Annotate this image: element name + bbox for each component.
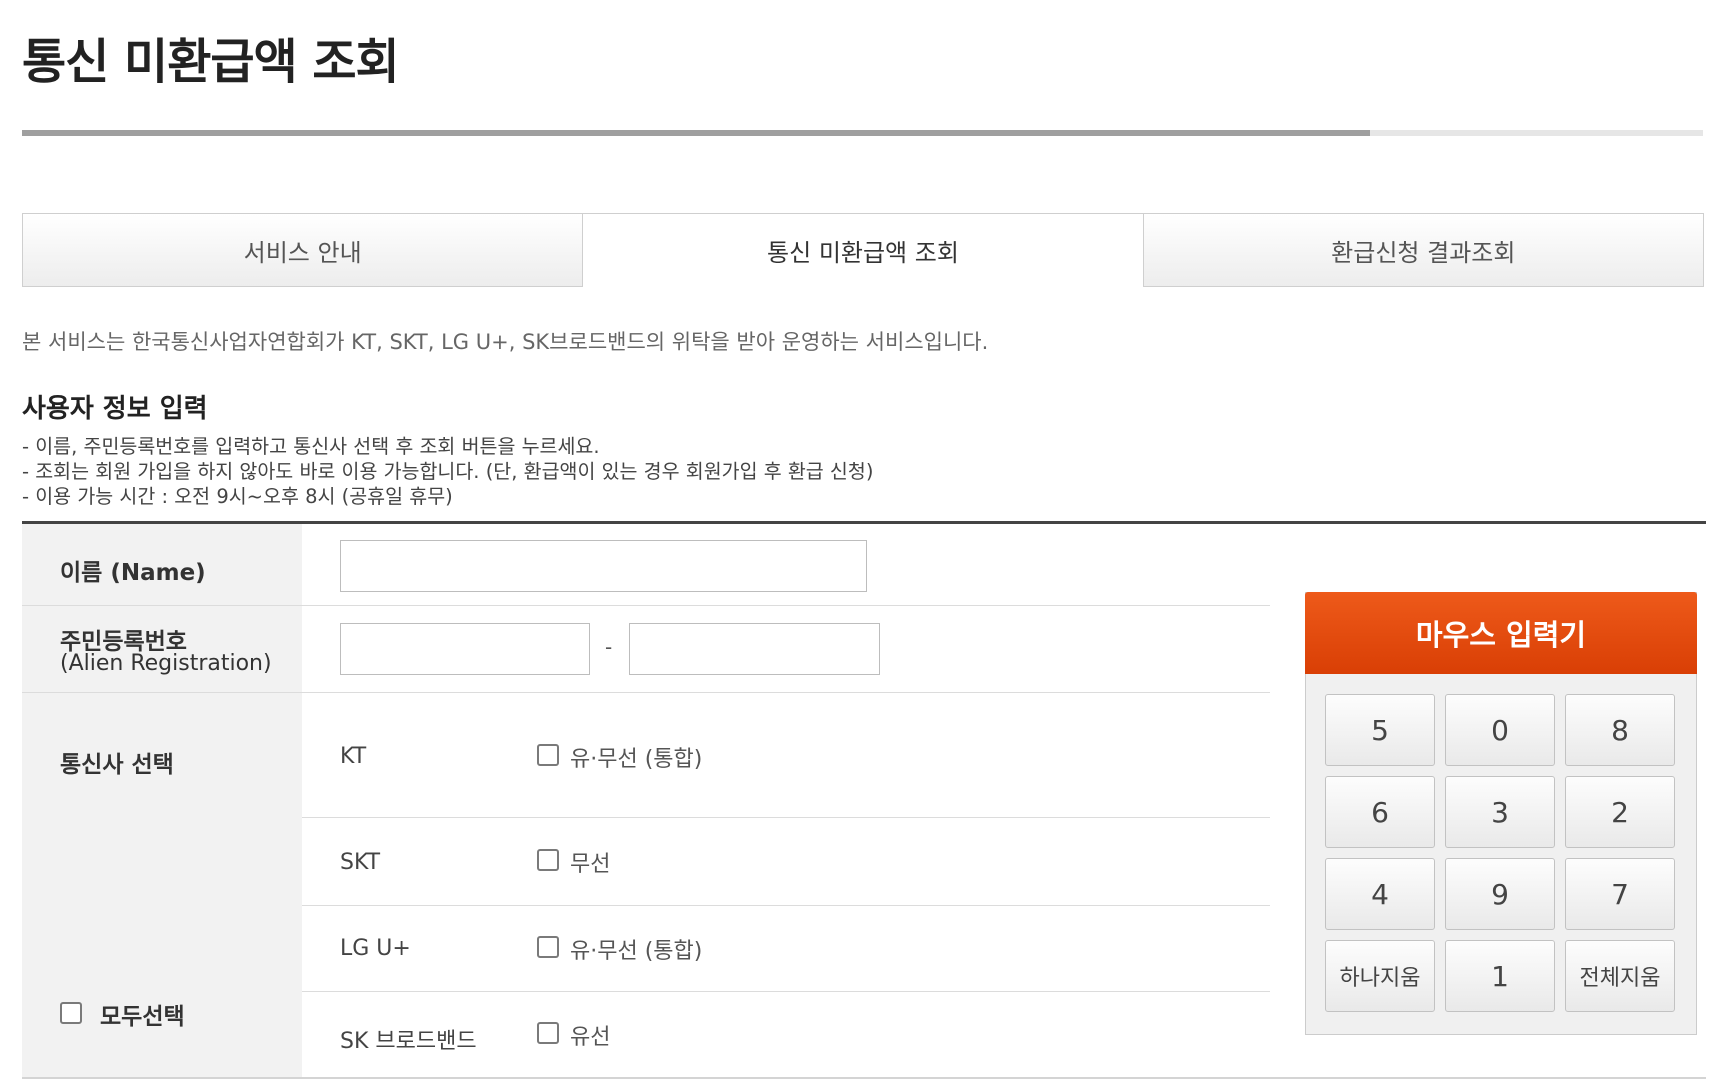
row-divider — [22, 605, 1270, 606]
keypad-key[interactable]: 2 — [1565, 776, 1675, 848]
keypad-key[interactable]: 1 — [1445, 940, 1555, 1012]
tab-bar: 서비스 안내 통신 미환급액 조회 환급신청 결과조회 — [22, 213, 1704, 287]
carrier-kt: KT — [340, 744, 367, 769]
label-column — [22, 524, 302, 1077]
row-divider — [22, 692, 1270, 693]
delete-all-button[interactable]: 전체지움 — [1565, 940, 1675, 1012]
section-title: 사용자 정보 입력 — [22, 394, 208, 424]
id-front-input[interactable] — [340, 623, 590, 675]
service-note: 본 서비스는 한국통신사업자연합회가 KT, SKT, LG U+, SK브로드… — [22, 330, 989, 354]
carrier-sk-broadband: SK 브로드밴드 — [340, 1029, 477, 1054]
keypad-key[interactable]: 8 — [1565, 694, 1675, 766]
instruction-line: - 조회는 회원 가입을 하지 않아도 바로 이용 가능합니다. (단, 환급액… — [22, 460, 874, 483]
id-back-input[interactable] — [629, 623, 880, 675]
form-bottom-border — [22, 1077, 1706, 1079]
carrier-label: 통신사 선택 — [60, 752, 174, 778]
keypad-key[interactable]: 6 — [1325, 776, 1435, 848]
progress-track — [22, 130, 1703, 136]
tab-refund-result[interactable]: 환급신청 결과조회 — [1142, 213, 1704, 287]
row-divider — [302, 817, 1270, 818]
id-separator: - — [605, 635, 613, 659]
kt-checkbox[interactable] — [537, 744, 559, 766]
keypad-key[interactable]: 5 — [1325, 694, 1435, 766]
keypad-key[interactable]: 7 — [1565, 858, 1675, 930]
page-title: 통신 미환급액 조회 — [22, 34, 400, 90]
row-divider — [302, 991, 1270, 992]
id-sublabel: (Alien Registration) — [60, 651, 272, 676]
carrier-skt: SKT — [340, 850, 381, 875]
skt-option-label: 무선 — [570, 852, 611, 877]
keypad-key[interactable]: 4 — [1325, 858, 1435, 930]
delete-one-button[interactable]: 하나지움 — [1325, 940, 1435, 1012]
skt-checkbox[interactable] — [537, 849, 559, 871]
keypad-key[interactable]: 0 — [1445, 694, 1555, 766]
instructions: - 이름, 주민등록번호를 입력하고 통신사 선택 후 조회 버튼을 누르세요.… — [22, 434, 873, 509]
name-input[interactable] — [340, 540, 867, 592]
tab-refund-inquiry[interactable]: 통신 미환급액 조회 — [583, 213, 1143, 287]
row-divider — [302, 905, 1270, 906]
name-label: 이름 (Name) — [60, 560, 206, 586]
keypad-title: 마우스 입력기 — [1305, 592, 1697, 674]
carrier-lgu: LG U+ — [340, 936, 411, 961]
instruction-line: - 이름, 주민등록번호를 입력하고 통신사 선택 후 조회 버튼을 누르세요. — [22, 435, 600, 458]
sk-broadband-checkbox[interactable] — [537, 1022, 559, 1044]
keypad-key[interactable]: 9 — [1445, 858, 1555, 930]
keypad-key[interactable]: 3 — [1445, 776, 1555, 848]
kt-option-label: 유·무선 (통합) — [570, 747, 703, 772]
lgu-option-label: 유·무선 (통합) — [570, 939, 703, 964]
sk-broadband-option-label: 유선 — [570, 1025, 611, 1050]
tab-service-guide[interactable]: 서비스 안내 — [22, 213, 584, 287]
lgu-checkbox[interactable] — [537, 936, 559, 958]
select-all-checkbox[interactable] — [60, 1002, 82, 1024]
select-all-label: 모두선택 — [100, 1004, 185, 1030]
progress-fill — [22, 130, 1371, 136]
instruction-line: - 이용 가능 시간 : 오전 9시~오후 8시 (공휴일 휴무) — [22, 485, 453, 508]
